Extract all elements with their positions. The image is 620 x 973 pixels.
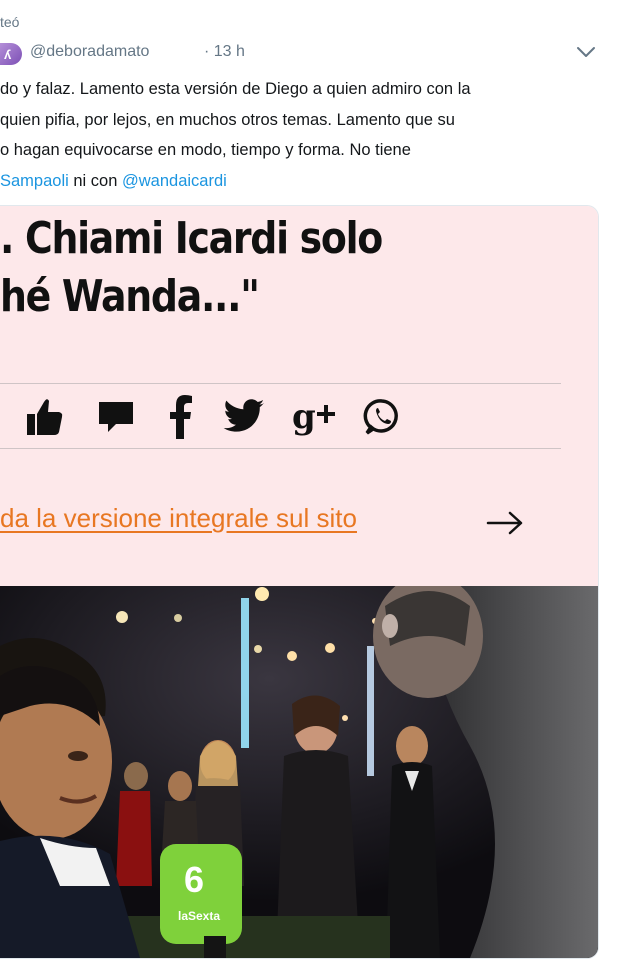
facebook-icon[interactable] — [164, 394, 198, 440]
card-preview: . Chiami Icardi solo hé Wanda..." g da l… — [0, 206, 598, 586]
twitter-icon[interactable] — [220, 394, 268, 440]
time-separator: · — [204, 43, 210, 60]
chevron-down-icon[interactable] — [574, 42, 598, 62]
share-bar: g — [0, 394, 560, 444]
headline-line: . Chiami Icardi solo — [0, 213, 383, 264]
link-card[interactable]: . Chiami Icardi solo hé Wanda..." g da l… — [0, 205, 599, 959]
card-photo: 6 laSexta — [0, 586, 598, 958]
google-plus-icon[interactable]: g — [290, 394, 342, 440]
la-sexta-microphone: 6 laSexta — [160, 844, 242, 958]
svg-text:g: g — [292, 397, 316, 437]
comment-icon[interactable] — [94, 394, 138, 440]
tweet-line: quien pifia, por lejos, en muchos otros … — [0, 110, 455, 129]
author-handle[interactable]: @deboradamato — [30, 43, 149, 61]
tweet-line-last: Sampaoli ni con @wandaicardi — [0, 166, 612, 197]
mic-logo-number: 6 — [184, 859, 204, 900]
avatar[interactable]: ʎ — [0, 43, 22, 65]
time-value: 13 h — [213, 43, 245, 60]
event-photo-image: 6 laSexta — [0, 586, 598, 958]
tweet-line: do y falaz. Lamento esta versión de Dieg… — [0, 80, 471, 98]
retweet-label: teó — [0, 14, 20, 30]
thumbs-up-icon[interactable] — [22, 394, 66, 440]
mic-logo-text: laSexta — [178, 909, 220, 923]
divider — [0, 383, 561, 384]
divider — [0, 448, 561, 449]
mention-link[interactable]: Sampaoli — [0, 172, 69, 190]
mention-link[interactable]: @wandaicardi — [122, 172, 227, 190]
whatsapp-icon[interactable] — [360, 394, 404, 440]
tweet-line: o hagan equivocarse en modo, tiempo y fo… — [0, 141, 411, 159]
headline-line: hé Wanda..." — [0, 271, 260, 322]
tweet-time[interactable]: · 13 h — [204, 43, 245, 61]
arrow-right-icon[interactable] — [486, 509, 524, 537]
read-full-version-link[interactable]: da la versione integrale sul sito — [0, 503, 357, 534]
tweet-line-middle: ni con — [68, 171, 122, 190]
tweet-text: do y falaz. Lamento esta versión de Dieg… — [0, 74, 612, 196]
avatar-mark: ʎ — [4, 47, 12, 62]
card-headline: . Chiami Icardi solo hé Wanda..." — [0, 210, 516, 326]
